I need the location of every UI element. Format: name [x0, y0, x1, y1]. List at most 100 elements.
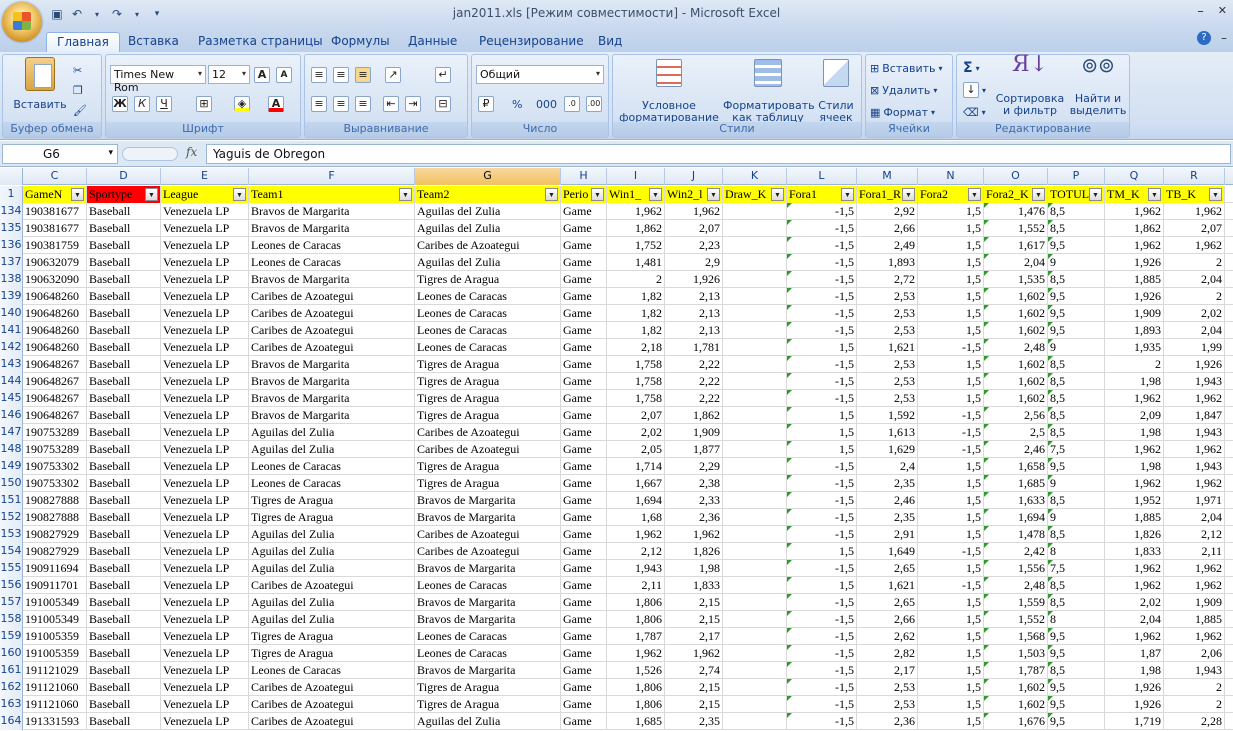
table-cell[interactable]: 191005349: [23, 594, 87, 611]
row-number[interactable]: 148: [0, 441, 23, 458]
row-number[interactable]: 150: [0, 475, 23, 492]
table-cell[interactable]: Game: [561, 577, 607, 594]
table-cell[interactable]: 1,5: [918, 322, 984, 339]
table-cell[interactable]: Game: [561, 594, 607, 611]
table-cell[interactable]: Bravos de Margarita: [249, 390, 415, 407]
table-cell[interactable]: 2,04: [984, 254, 1048, 271]
table-cell[interactable]: 2,04: [1164, 509, 1225, 526]
table-cell[interactable]: 2,04: [1105, 611, 1164, 628]
table-cell[interactable]: 1,962: [1164, 203, 1225, 220]
table-cell[interactable]: 1,98: [1105, 373, 1164, 390]
grow-font-icon[interactable]: A: [254, 66, 270, 84]
table-cell[interactable]: 1,68: [607, 509, 665, 526]
table-cell[interactable]: -1,5: [787, 237, 857, 254]
table-cell[interactable]: 1,826: [1105, 526, 1164, 543]
table-cell[interactable]: 1,602: [984, 356, 1048, 373]
table-cell[interactable]: 1,5: [918, 662, 984, 679]
table-cell[interactable]: 1,885: [1164, 611, 1225, 628]
table-cell[interactable]: 1,5: [918, 305, 984, 322]
table-cell[interactable]: 2,12: [1164, 526, 1225, 543]
table-cell[interactable]: 1,82: [607, 322, 665, 339]
spreadsheet-grid[interactable]: CDEFGHIJKLMNOPQR 1 GameN ▼ Sportype ▼ League ▼…: [0, 168, 1233, 731]
table-cell[interactable]: -1,5: [918, 577, 984, 594]
table-cell[interactable]: [723, 560, 787, 577]
header-cell[interactable]: Perio ▼: [561, 186, 607, 203]
filter-dropdown-icon[interactable]: ▼: [1089, 188, 1102, 201]
table-cell[interactable]: Tigres de Aragua: [415, 679, 561, 696]
table-cell[interactable]: Tigres de Aragua: [249, 509, 415, 526]
header-cell[interactable]: Fora2 ▼: [918, 186, 984, 203]
row-number[interactable]: 140: [0, 305, 23, 322]
table-cell[interactable]: Game: [561, 356, 607, 373]
table-cell[interactable]: Bravos de Margarita: [415, 560, 561, 577]
table-cell[interactable]: -1,5: [787, 458, 857, 475]
column-header-m[interactable]: M: [857, 168, 918, 185]
table-cell[interactable]: 1,5: [918, 458, 984, 475]
table-cell[interactable]: 190827929: [23, 543, 87, 560]
cut-icon[interactable]: ✂: [73, 61, 82, 79]
table-cell[interactable]: -1,5: [918, 543, 984, 560]
table-cell[interactable]: Tigres de Aragua: [415, 271, 561, 288]
table-cell[interactable]: Baseball: [87, 560, 161, 577]
table-cell[interactable]: Venezuela LP: [161, 475, 249, 492]
borders-icon[interactable]: ⊞: [196, 95, 212, 113]
table-cell[interactable]: 1,552: [984, 611, 1048, 628]
table-cell[interactable]: 1,98: [665, 560, 723, 577]
align-left-icon[interactable]: ≡: [311, 95, 327, 113]
table-cell[interactable]: 1,962: [1105, 390, 1164, 407]
table-cell[interactable]: 2,62: [857, 628, 918, 645]
table-cell[interactable]: 2: [1164, 288, 1225, 305]
filter-dropdown-icon[interactable]: ▼: [591, 188, 604, 201]
help-icon[interactable]: ?: [1197, 31, 1211, 45]
shrink-font-icon[interactable]: A: [276, 66, 292, 84]
table-cell[interactable]: -1,5: [918, 339, 984, 356]
table-cell[interactable]: 1,758: [607, 390, 665, 407]
table-cell[interactable]: Baseball: [87, 220, 161, 237]
table-cell[interactable]: 2,17: [857, 662, 918, 679]
table-cell[interactable]: 8,5: [1048, 662, 1105, 679]
table-cell[interactable]: Baseball: [87, 628, 161, 645]
table-cell[interactable]: Leones de Caracas: [249, 237, 415, 254]
table-cell[interactable]: Baseball: [87, 390, 161, 407]
table-cell[interactable]: Caribes de Azoategui: [249, 713, 415, 730]
table-cell[interactable]: 1,943: [1164, 662, 1225, 679]
table-cell[interactable]: Baseball: [87, 424, 161, 441]
table-cell[interactable]: 1,952: [1105, 492, 1164, 509]
table-cell[interactable]: 9,5: [1048, 458, 1105, 475]
table-cell[interactable]: [723, 645, 787, 662]
table-cell[interactable]: 1,5: [918, 594, 984, 611]
table-cell[interactable]: -1,5: [787, 594, 857, 611]
table-cell[interactable]: [723, 713, 787, 730]
table-cell[interactable]: Bravos de Margarita: [415, 611, 561, 628]
table-cell[interactable]: 1,962: [665, 645, 723, 662]
table-cell[interactable]: 1,806: [607, 679, 665, 696]
table-cell[interactable]: 1,602: [984, 322, 1048, 339]
column-header-c[interactable]: C: [23, 168, 87, 185]
filter-dropdown-icon[interactable]: ▼: [1209, 188, 1222, 201]
table-cell[interactable]: 1,926: [1105, 696, 1164, 713]
row-number[interactable]: 158: [0, 611, 23, 628]
table-cell[interactable]: 1,87: [1105, 645, 1164, 662]
header-cell[interactable]: TB_K ▼: [1164, 186, 1225, 203]
table-cell[interactable]: Baseball: [87, 305, 161, 322]
row-number[interactable]: 144: [0, 373, 23, 390]
ribbon-minimize-button[interactable]: –: [1221, 31, 1227, 45]
table-cell[interactable]: Baseball: [87, 645, 161, 662]
table-cell[interactable]: Baseball: [87, 696, 161, 713]
table-cell[interactable]: 2,07: [665, 220, 723, 237]
table-cell[interactable]: Aguilas del Zulia: [249, 594, 415, 611]
table-cell[interactable]: 1,719: [1105, 713, 1164, 730]
table-cell[interactable]: 1,833: [1105, 543, 1164, 560]
table-cell[interactable]: -1,5: [787, 288, 857, 305]
currency-icon[interactable]: ₽: [478, 95, 494, 113]
table-cell[interactable]: 1,893: [1105, 322, 1164, 339]
table-cell[interactable]: 1,649: [857, 543, 918, 560]
table-cell[interactable]: 9: [1048, 509, 1105, 526]
table-cell[interactable]: 2,02: [1164, 305, 1225, 322]
table-cell[interactable]: 1,667: [607, 475, 665, 492]
row-number[interactable]: 142: [0, 339, 23, 356]
table-cell[interactable]: Venezuela LP: [161, 407, 249, 424]
table-cell[interactable]: -1,5: [787, 390, 857, 407]
table-cell[interactable]: -1,5: [787, 611, 857, 628]
table-cell[interactable]: 190648260: [23, 339, 87, 356]
